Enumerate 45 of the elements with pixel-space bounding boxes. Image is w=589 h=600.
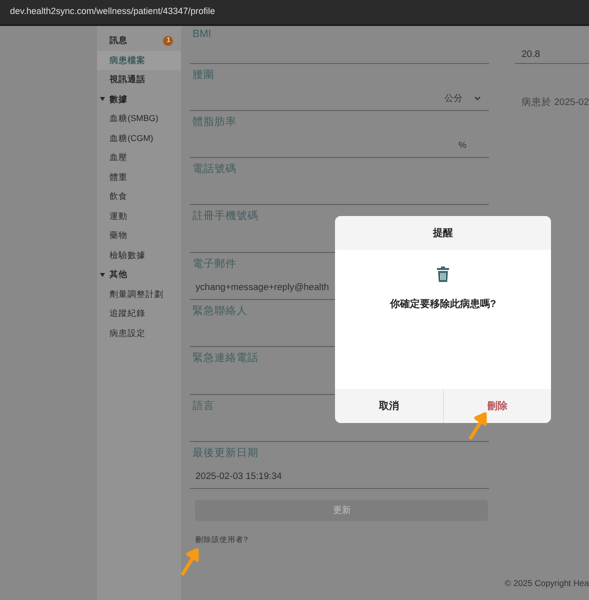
form-field[interactable]: 最後更新日期 2025-02-03 15:19:34 — [190, 442, 490, 490]
field-label: 緊急連絡電話 — [191, 351, 258, 366]
sidebar-group[interactable]: 數據 — [96, 90, 182, 109]
field-value: 2025-02-03 15:19:34 — [194, 470, 282, 484]
caret-icon — [100, 272, 105, 277]
unit-label: % — [458, 139, 468, 152]
sidebar-item[interactable]: 血糖(CGM) — [96, 128, 182, 148]
url-text[interactable]: dev.health2sync.com/wellness/patient/43347/profile — [10, 5, 215, 19]
sidebar-item[interactable]: 藥物 — [96, 226, 182, 246]
caret-icon — [100, 97, 105, 102]
cancel-button[interactable]: 取消 — [335, 389, 442, 423]
trash-icon — [436, 266, 450, 283]
field-value: ychang+message+reply@health — [194, 281, 329, 294]
chevron-down-icon[interactable] — [474, 96, 482, 102]
sidebar-item[interactable]: 病患設定 — [96, 324, 182, 343]
sidebar-item[interactable]: 血糖(SMBG) — [96, 109, 182, 128]
sidebar-item[interactable]: 劑量調整計劃 — [96, 284, 182, 304]
field-label: 腰圍 — [191, 68, 214, 82]
form-field[interactable]: 體脂肪率 % — [190, 110, 490, 158]
unit-label: 公分 — [444, 92, 462, 106]
dialog-title: 提醒 — [335, 216, 551, 250]
arrow-icon — [180, 548, 200, 576]
field-label: 體脂肪率 — [191, 114, 236, 130]
form-field[interactable]: 腰圍 公分 — [190, 64, 490, 111]
footer-text: © 2025 Copyright Hea — [504, 577, 589, 590]
bmi-value: 20.8 — [515, 48, 589, 64]
sidebar-item[interactable]: 運動 — [96, 206, 182, 226]
field-label: 電子郵件 — [191, 256, 236, 272]
sidebar-item[interactable]: 病患檔案 — [96, 50, 182, 70]
sidebar-item[interactable]: 視訊通話 — [96, 70, 182, 90]
sidebar-item[interactable]: 追蹤紀錄 — [96, 304, 182, 324]
sidebar-item[interactable]: 體重 — [96, 168, 182, 187]
sidebar-item[interactable]: 檢驗數據 — [96, 246, 182, 265]
field-label: 語言 — [191, 398, 214, 414]
sidebar-item[interactable]: 飲食 — [96, 187, 182, 206]
field-label: BMI — [191, 27, 212, 42]
field-label: 緊急聯絡人 — [191, 304, 248, 319]
sidebar-group[interactable]: 其他 — [96, 265, 182, 284]
field-label: 註冊手機號碼 — [191, 209, 258, 224]
sidebar-item[interactable]: 血壓 — [96, 148, 182, 168]
dialog-message: 你確定要移除此病患嗎? — [390, 297, 496, 312]
field-label: 電話號碼 — [191, 162, 236, 178]
arrow-icon — [468, 412, 488, 440]
status-note: 病患於 2025-02 — [520, 96, 589, 110]
field-label: 最後更新日期 — [191, 446, 258, 461]
